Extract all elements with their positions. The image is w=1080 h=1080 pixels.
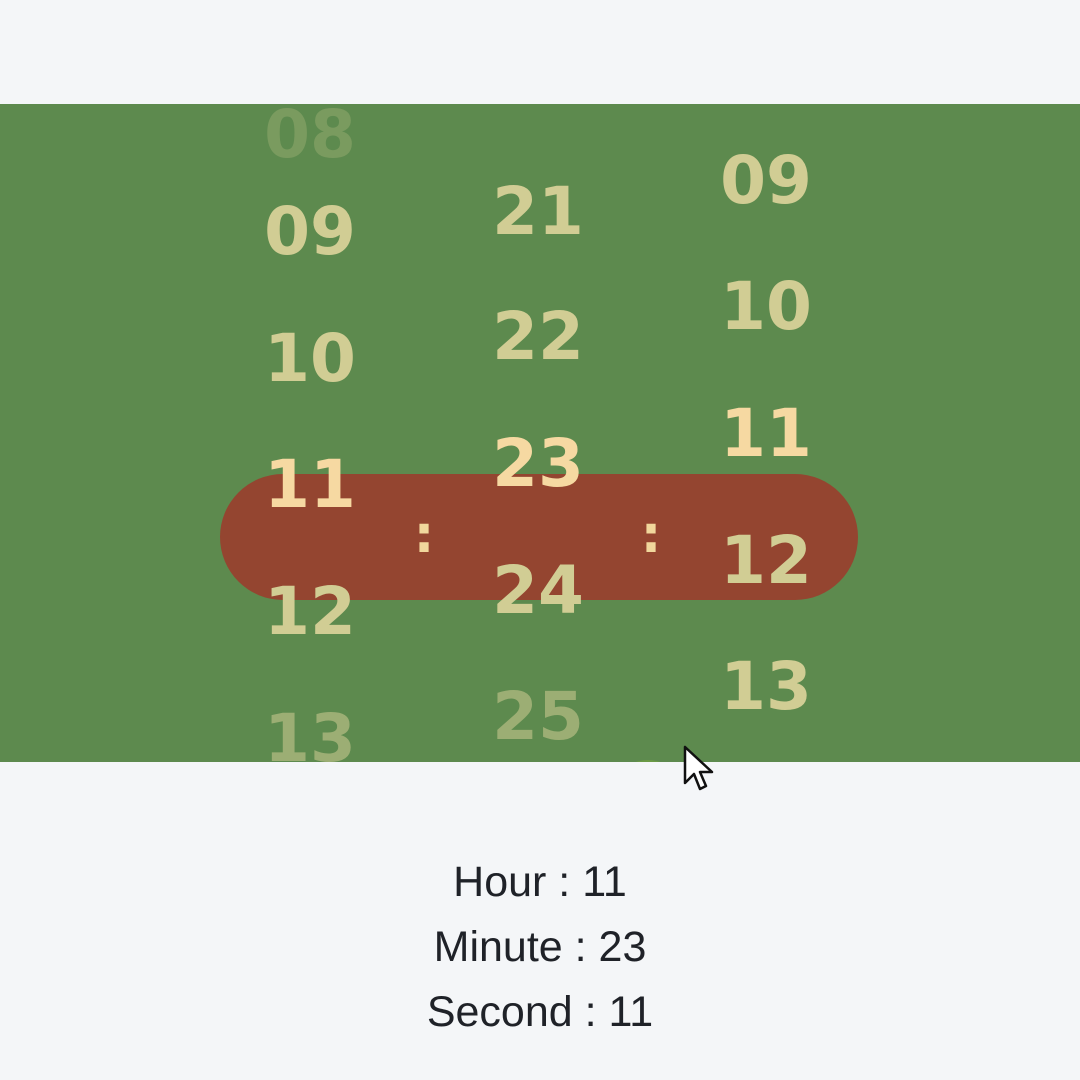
hour-item-selected[interactable]: 11 [264,452,356,518]
minute-readout: Minute : 23 [433,923,647,971]
minute-item[interactable]: 22 [492,304,584,370]
mouse-pointer-icon [683,745,714,791]
second-item-selected[interactable]: 11 [720,401,812,467]
minute-item[interactable]: 21 [492,179,584,245]
minute-item[interactable]: 25 [492,684,584,750]
second-item[interactable]: 12 [720,528,812,594]
second-item[interactable]: 10 [720,274,812,340]
touch-ripple [610,760,686,762]
hour-item[interactable]: 12 [264,579,356,645]
minute-item-selected[interactable]: 23 [492,431,584,497]
hour-readout: Hour : 11 [453,858,627,906]
hour-minute-separator: : [413,505,435,565]
hour-item[interactable]: 09 [264,199,356,265]
time-picker-screen: 08 09 10 11 12 13 : 21 22 23 24 25 : 09 … [0,0,1080,1080]
minute-second-separator: : [640,505,662,565]
hour-item[interactable]: 13 [264,706,356,763]
second-readout: Second : 11 [426,988,654,1036]
second-item[interactable]: 09 [720,148,812,214]
time-picker-panel: 08 09 10 11 12 13 : 21 22 23 24 25 : 09 … [0,104,1080,762]
minute-item[interactable]: 24 [492,558,584,624]
second-item[interactable]: 13 [720,654,812,720]
hour-item[interactable]: 08 [264,104,356,168]
hour-item[interactable]: 10 [264,326,356,392]
